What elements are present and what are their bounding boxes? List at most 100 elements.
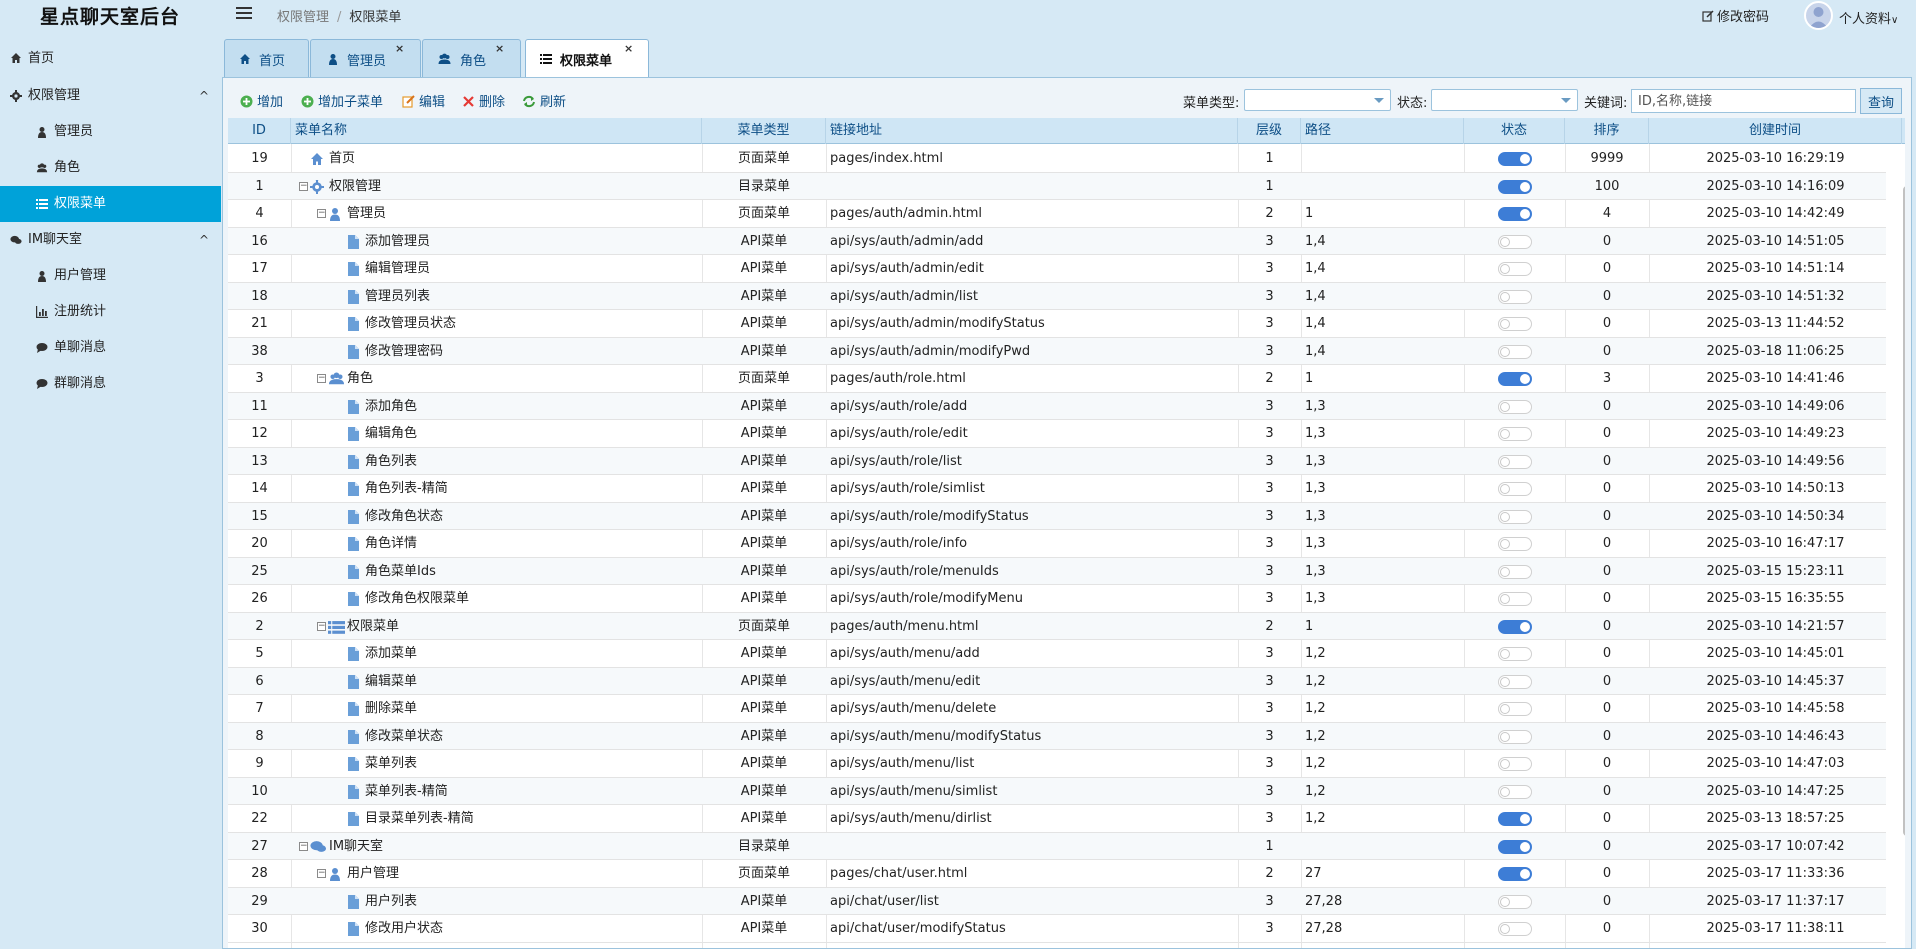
collapse-icon[interactable]: − <box>299 181 308 191</box>
tab-close-icon[interactable]: × <box>495 42 504 55</box>
status-toggle[interactable] <box>1498 729 1532 744</box>
status-toggle[interactable] <box>1498 674 1532 689</box>
query-button[interactable]: 查询 <box>1860 88 1902 114</box>
table-row[interactable]: 14 API菜单 api/sys/auth/role/simlist 3 1,3 0 202… <box>228 475 1886 503</box>
table-row[interactable]: 9 API菜单 api/sys/auth/menu/list 3 1,2 0 2025-03… <box>228 750 1886 778</box>
sidebar-item-home[interactable]: 首页 <box>0 40 221 78</box>
sidebar-item-users[interactable]: 用户管理 <box>0 258 221 294</box>
tab-close-icon[interactable]: × <box>624 42 633 55</box>
table-row[interactable]: 4 页面菜单 pages/auth/admin.html 2 1 4 2025-03-10 … <box>228 200 1886 228</box>
status-toggle[interactable] <box>1498 812 1532 826</box>
column-header-path[interactable]: 路径 <box>1301 118 1464 144</box>
status-toggle[interactable] <box>1498 839 1532 854</box>
breadcrumb-parent[interactable]: 权限管理 <box>277 10 329 25</box>
table-row[interactable]: 30 API菜单 api/chat/user/modifyStatus 3 27,28 0… <box>228 915 1886 943</box>
table-row[interactable]: 13 API菜单 api/sys/auth/role/list 3 1,3 0 2025-0… <box>228 447 1886 475</box>
column-header-type[interactable]: 菜单类型 <box>702 118 826 144</box>
status-toggle[interactable] <box>1498 564 1532 579</box>
table-row[interactable]: 17 API菜单 api/sys/auth/admin/edit 3 1,4 0 2025-… <box>228 255 1886 283</box>
table-row[interactable]: 25 API菜单 api/sys/auth/role/menuIds 3 1,3 0 202… <box>228 557 1886 585</box>
status-toggle[interactable] <box>1498 344 1532 359</box>
sidebar-item-im[interactable]: IM聊天室 ^ <box>0 222 221 258</box>
collapse-icon[interactable]: − <box>317 621 326 631</box>
refresh-button[interactable]: 刷新 <box>522 91 566 110</box>
column-header-created[interactable]: 创建时间 <box>1649 118 1902 144</box>
vertical-scrollbar[interactable] <box>1903 186 1905 836</box>
status-toggle[interactable] <box>1498 619 1532 634</box>
column-header-id[interactable]: ID <box>228 118 291 144</box>
tab-menu[interactable]: 权限菜单 × <box>525 39 649 78</box>
status-toggle[interactable] <box>1498 482 1532 496</box>
column-header-name[interactable]: 菜单名称 <box>291 118 702 144</box>
status-toggle[interactable] <box>1498 537 1532 551</box>
sidebar-item-register-stats[interactable]: 注册统计 <box>0 294 221 330</box>
status-toggle[interactable] <box>1498 509 1532 524</box>
status-toggle[interactable] <box>1498 289 1532 304</box>
delete-button[interactable]: 删除 <box>462 91 505 110</box>
status-toggle[interactable] <box>1498 592 1532 606</box>
table-row[interactable]: 28 页面菜单 pages/chat/user.html 2 27 0 2025-03-17… <box>228 860 1886 888</box>
status-select[interactable] <box>1431 89 1578 111</box>
status-toggle[interactable] <box>1498 179 1532 194</box>
table-row[interactable]: 15 API菜单 api/sys/auth/role/modifyStatus 3 1,… <box>228 502 1886 530</box>
status-toggle[interactable] <box>1498 207 1532 221</box>
status-toggle[interactable] <box>1498 454 1532 469</box>
status-toggle[interactable] <box>1498 317 1532 331</box>
sidebar-item-role[interactable]: 角色 <box>0 150 221 186</box>
status-toggle[interactable] <box>1498 152 1532 166</box>
table-row[interactable]: 22 API菜单 api/sys/auth/menu/dirlist 3 1,2 0 202… <box>228 805 1886 833</box>
table-row[interactable]: 38 API菜单 api/sys/auth/admin/modifyPwd 3 1,4 0… <box>228 337 1886 365</box>
collapse-icon[interactable]: − <box>317 869 326 878</box>
status-toggle[interactable] <box>1498 427 1532 441</box>
sidebar-item-admin[interactable]: 管理员 <box>0 114 221 150</box>
table-row[interactable]: 19 页面菜单 pages/index.html 1 9999 2025-03-10 16… <box>228 145 1886 173</box>
sidebar-item-menu[interactable]: 权限菜单 <box>0 186 221 222</box>
table-row[interactable]: 2 页面菜单 pages/auth/menu.html 2 1 0 2025-03-10 1… <box>228 612 1886 640</box>
status-toggle[interactable] <box>1498 372 1532 386</box>
change-password-link[interactable]: 修改密码 <box>1702 6 1769 25</box>
table-row[interactable]: 1 目录菜单 1 100 2025-03-10 14:16:09 − 权限管理 <box>228 172 1886 200</box>
status-toggle[interactable] <box>1498 757 1532 771</box>
table-row[interactable]: 26 API菜单 api/sys/auth/role/modifyMenu 3 1,3 0… <box>228 585 1886 613</box>
table-row[interactable]: 18 API菜单 api/sys/auth/admin/list 3 1,4 0 2025-… <box>228 282 1886 310</box>
sidebar-item-group-chat[interactable]: 群聊消息 <box>0 366 221 402</box>
column-header-url[interactable]: 链接地址 <box>826 118 1238 144</box>
table-row[interactable]: 8 API菜单 api/sys/auth/menu/modifyStatus 3 1,2… <box>228 722 1886 750</box>
sidebar-item-single-chat[interactable]: 单聊消息 <box>0 330 221 366</box>
collapse-icon[interactable]: − <box>317 209 326 218</box>
table-row[interactable]: 12 API菜单 api/sys/auth/role/edit 3 1,3 0 2025-0… <box>228 420 1886 448</box>
table-row[interactable]: 5 API菜单 api/sys/auth/menu/add 3 1,2 0 2025-03-… <box>228 640 1886 668</box>
tab-admin[interactable]: 管理员 × <box>310 39 421 77</box>
status-toggle[interactable] <box>1498 702 1532 716</box>
table-row[interactable]: 7 API菜单 api/sys/auth/menu/delete 3 1,2 0 2025-… <box>228 695 1886 723</box>
column-header-sort[interactable]: 排序 <box>1565 118 1649 144</box>
tab-home[interactable]: 首页 <box>224 39 309 77</box>
profile-menu[interactable]: 个人资料∨ <box>1839 8 1898 27</box>
tab-role[interactable]: 角色 × <box>422 39 521 77</box>
status-toggle[interactable] <box>1498 867 1532 881</box>
table-row[interactable]: 10 API菜单 api/sys/auth/menu/simlist 3 1,2 0 202… <box>228 777 1886 805</box>
table-row[interactable]: 16 API菜单 api/sys/auth/admin/add 3 1,4 0 2025-0… <box>228 227 1886 255</box>
add-child-button[interactable]: 增加子菜单 <box>301 91 383 110</box>
status-toggle[interactable] <box>1498 262 1532 276</box>
table-row[interactable]: 11 API菜单 api/sys/auth/role/add 3 1,3 0 2025-03… <box>228 392 1886 420</box>
collapse-icon[interactable]: − <box>299 841 308 851</box>
table-row[interactable]: 3 页面菜单 pages/auth/role.html 2 1 3 2025-03-10 1… <box>228 365 1886 393</box>
table-row[interactable]: 27 目录菜单 1 0 2025-03-17 10:07:42 − IM聊天室 <box>228 832 1886 860</box>
status-toggle[interactable] <box>1498 922 1532 936</box>
column-header-status[interactable]: 状态 <box>1464 118 1565 144</box>
status-toggle[interactable] <box>1498 647 1532 661</box>
status-toggle[interactable] <box>1498 894 1532 909</box>
avatar[interactable] <box>1804 1 1833 30</box>
column-header-level[interactable]: 层级 <box>1238 118 1301 144</box>
tab-close-icon[interactable]: × <box>395 42 404 55</box>
edit-button[interactable]: 编辑 <box>402 91 445 110</box>
table-row[interactable]: 29 API菜单 api/chat/user/list 3 27,28 0 2025-03-… <box>228 887 1886 915</box>
collapse-icon[interactable]: − <box>317 374 326 383</box>
table-row[interactable]: 20 API菜单 api/sys/auth/role/info 3 1,3 0 2025-0… <box>228 530 1886 558</box>
status-toggle[interactable] <box>1498 234 1532 249</box>
menu-toggle-icon[interactable] <box>236 7 252 21</box>
status-toggle[interactable] <box>1498 399 1532 414</box>
keyword-input[interactable] <box>1631 89 1856 113</box>
table-row[interactable]: 21 API菜单 api/sys/auth/admin/modifyStatus 3 1… <box>228 310 1886 338</box>
